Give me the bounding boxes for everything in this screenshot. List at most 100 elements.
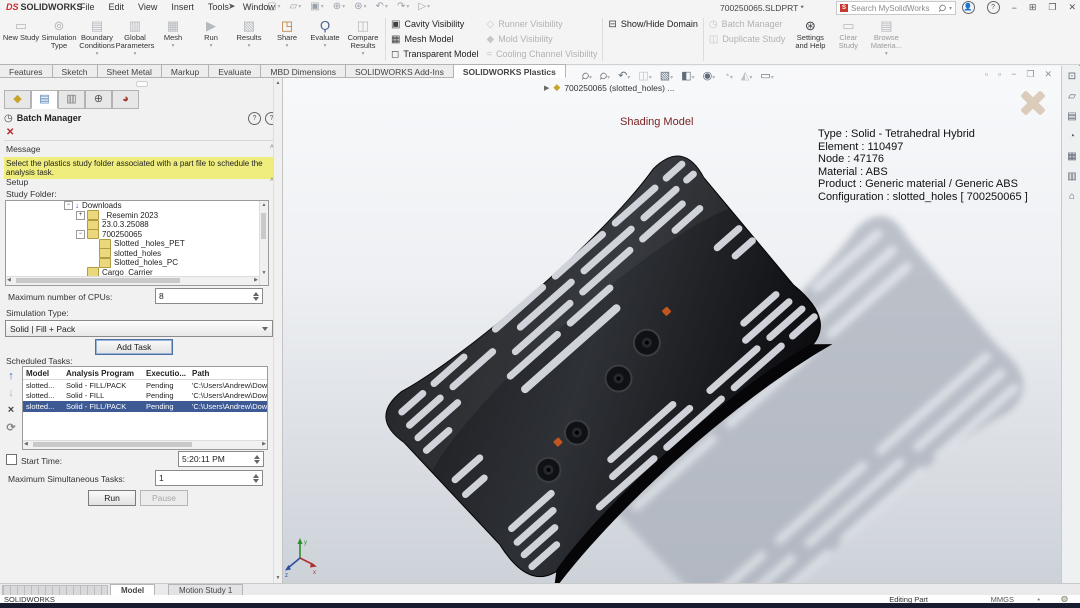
- undo-icon[interactable]: ↶▾: [376, 1, 388, 12]
- add-task-button[interactable]: Add Task: [95, 339, 173, 355]
- appearances-scenes-icon[interactable]: ▦: [1063, 148, 1080, 166]
- simulation-type-select[interactable]: Solid | Fill + Pack: [5, 320, 273, 337]
- doc-tile-icon[interactable]: ▫: [998, 69, 1001, 80]
- menu-item[interactable]: Edit: [109, 2, 125, 12]
- markup[interactable]: Markup: [162, 64, 209, 78]
- new-study[interactable]: ▭ New Study ▾: [2, 17, 40, 64]
- doc-close-icon[interactable]: ✕: [1044, 69, 1052, 80]
- quick-tip-icon[interactable]: ?: [248, 112, 261, 125]
- file-explorer-icon[interactable]: ▤: [1063, 108, 1080, 126]
- mold-visibility[interactable]: ◆Mold Visibility: [487, 33, 598, 45]
- mesh[interactable]: ▦ Mesh ▾: [154, 17, 192, 64]
- feature-tree-breadcrumb[interactable]: ▶ ◆ 700250065 (slotted_holes) ...: [544, 82, 674, 93]
- tree-horizontal-scrollbar[interactable]: ◀▶: [6, 276, 259, 285]
- table-row[interactable]: slotted... Solid - FILL/PACK Pending 'C:…: [23, 380, 267, 391]
- max-cpus-input[interactable]: 8: [155, 288, 263, 304]
- home-icon[interactable]: ⌂▾: [248, 1, 258, 12]
- slotted-holes-pet[interactable]: Slotted _holes_PET: [6, 239, 268, 249]
- solidworks-plastics[interactable]: SOLIDWORKS Plastics: [454, 64, 566, 78]
- start-time-input[interactable]: 5:20:11 PM: [178, 451, 264, 467]
- panel-scrollbar[interactable]: ▲▼: [273, 78, 282, 583]
- duplicate-study[interactable]: ◫Duplicate Study: [709, 33, 786, 45]
- boundary-conditions[interactable]: ▤ Boundary Conditions ▾: [78, 17, 116, 64]
- table-row[interactable]: slotted... Solid - FILL Pending 'C:\User…: [23, 391, 267, 402]
- pin-menu-icon[interactable]: ➤: [228, 1, 236, 12]
- home-taskpane-icon[interactable]: ⌂: [1063, 188, 1080, 206]
- results[interactable]: ▧ Results ▾: [230, 17, 268, 64]
- batch-manager[interactable]: ◷Batch Manager: [709, 18, 786, 30]
- tree-expander[interactable]: −: [76, 230, 85, 239]
- cancel-x-icon[interactable]: [1018, 88, 1048, 118]
- solidworks-resources-icon[interactable]: ⊡: [1063, 68, 1080, 86]
- delete-task-icon[interactable]: ×: [8, 404, 14, 416]
- evaluate[interactable]: Ϙ Evaluate ▾: [306, 17, 344, 64]
- close-button[interactable]: ✕: [1068, 2, 1076, 13]
- menu-item[interactable]: Insert: [171, 2, 194, 12]
- new-document-icon[interactable]: ▢▾: [267, 1, 280, 12]
- tree-vertical-scrollbar[interactable]: ▲▼: [259, 201, 268, 285]
- transparent-model[interactable]: ◻Transparent Model: [391, 48, 479, 60]
- message-section-header[interactable]: Message˄: [6, 144, 274, 154]
- doc-restore-icon[interactable]: ▫: [985, 69, 988, 80]
- pause-button[interactable]: Pause: [140, 490, 188, 506]
- design-library-icon[interactable]: ▱: [1063, 88, 1080, 106]
- view-settings-icon[interactable]: ▭▾: [760, 69, 773, 82]
- tab-configuration-manager[interactable]: ▥: [58, 90, 85, 109]
- features[interactable]: Features: [0, 64, 53, 78]
- panel-splitter-handle[interactable]: [136, 81, 148, 87]
- hide-show-items-icon[interactable]: ◉▾: [703, 69, 716, 82]
- tree-expander[interactable]: −: [64, 201, 73, 210]
- show-hide-domain-toggle[interactable]: ⊟ Show/Hide Domain: [608, 18, 697, 30]
- time-spinner-icon[interactable]: [254, 455, 260, 464]
- view-orientation-icon[interactable]: ▧▾: [660, 69, 673, 82]
- study-folder-tree[interactable]: − ↓ Downloads + _Resemin 2023 23.0.3.25: [5, 200, 269, 286]
- move-down-icon[interactable]: ↓: [8, 387, 14, 399]
- run[interactable]: ▶ Run ▾: [192, 17, 230, 64]
- save-icon[interactable]: ▣▾: [310, 1, 323, 12]
- tab-property-manager[interactable]: ▤: [31, 90, 58, 109]
- solidworks-add-ins[interactable]: SOLIDWORKS Add-Ins: [346, 64, 454, 78]
- redo-icon[interactable]: ↷▾: [397, 1, 409, 12]
- doc-restore2-icon[interactable]: ❐: [1026, 69, 1034, 80]
- custom-properties-icon[interactable]: ▥: [1063, 168, 1080, 186]
- compare-results[interactable]: ◫ Compare Results ▾: [344, 17, 382, 64]
- slotted-holes-pc[interactable]: Slotted_holes_PC: [6, 258, 268, 268]
- sheet-metal[interactable]: Sheet Metal: [98, 64, 162, 78]
- search-dropdown-icon[interactable]: ▾: [949, 5, 952, 12]
- tab-dimxpert-manager[interactable]: ⊕: [85, 90, 112, 109]
- runner-visibility[interactable]: ◇Runner Visibility: [487, 18, 598, 30]
- sketch[interactable]: Sketch: [53, 64, 98, 78]
- downloads[interactable]: − ↓ Downloads: [6, 201, 268, 211]
- spinner-arrows-icon[interactable]: [253, 474, 259, 483]
- 700250065[interactable]: − 700250065: [6, 230, 268, 240]
- menu-item[interactable]: View: [138, 2, 157, 12]
- search-box[interactable]: S Search MySolidWorks Ϙ ▾: [836, 1, 956, 15]
- scheduled-tasks-table[interactable]: Model Analysis Program Executio... Path …: [22, 366, 268, 450]
- minimize-button[interactable]: −: [1012, 3, 1017, 13]
- zoom-fit-icon[interactable]: Ϙ▾: [582, 70, 592, 82]
- edit-appearance-icon[interactable]: ◔▾: [723, 70, 733, 82]
- cavity-visibility[interactable]: ▣Cavity Visibility: [391, 18, 479, 30]
- share[interactable]: ◳ Share ▾: [268, 17, 306, 64]
- spinner-arrows-icon[interactable]: [253, 292, 259, 301]
- 23-0-3-25088[interactable]: 23.0.3.25088: [6, 220, 268, 230]
- section-view-icon[interactable]: ◫▾: [638, 69, 651, 82]
- mesh-model[interactable]: ▦Mesh Model: [391, 33, 479, 45]
- apply-scene-icon[interactable]: ◭▾: [741, 69, 752, 82]
- mbd-dimensions[interactable]: MBD Dimensions: [261, 64, 346, 78]
- globe-status-icon[interactable]: ◍: [1061, 594, 1068, 603]
- resemin-2023[interactable]: + _Resemin 2023: [6, 211, 268, 221]
- display-style-icon[interactable]: ◧▾: [681, 69, 694, 82]
- max-simultaneous-input[interactable]: 1: [155, 470, 263, 486]
- settings-and-help-button[interactable]: ⊛ Settings and Help: [791, 17, 829, 64]
- slotted-holes[interactable]: slotted_holes: [6, 249, 268, 259]
- menu-item[interactable]: File: [80, 2, 95, 12]
- help-icon[interactable]: ?: [987, 1, 1000, 14]
- maximize-grid-button[interactable]: ⊞: [1029, 2, 1037, 13]
- select-pointer-icon[interactable]: ▷▾: [418, 1, 430, 12]
- global-parameters[interactable]: ▥ Global Parameters ▾: [116, 17, 154, 64]
- options-gear-icon[interactable]: ⊛▾: [354, 1, 366, 12]
- tree-expander[interactable]: +: [76, 211, 85, 220]
- panel-close-icon[interactable]: ✕: [6, 127, 14, 138]
- user-account-icon[interactable]: 👤: [962, 1, 975, 14]
